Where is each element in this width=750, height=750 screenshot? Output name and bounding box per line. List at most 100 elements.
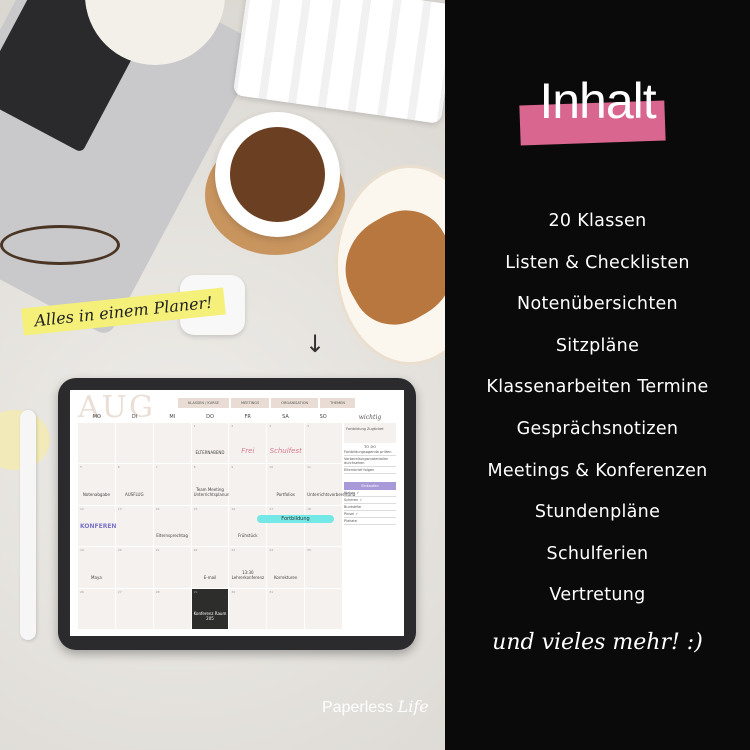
day-number: 18 <box>307 506 311 511</box>
calendar-day[interactable]: 9 <box>229 464 267 505</box>
day-number: 19 <box>80 548 84 553</box>
day-number: 2 <box>231 424 234 428</box>
event-bar[interactable]: Fortbildung <box>257 515 334 523</box>
sidebar-heading: wichtig <box>358 414 382 421</box>
calendar-day[interactable]: 8 Team Meeting Unterrichtsplanung <box>191 464 232 505</box>
calendar-day[interactable]: 17 <box>267 505 305 547</box>
day-number: 12 <box>80 506 84 511</box>
calendar-day[interactable]: 6 AUSFLUG <box>115 464 153 505</box>
glasses <box>0 225 120 265</box>
tablet: AUG KLASSEN / KURSE MEETINGS ORGANISATIO… <box>58 378 416 650</box>
panel-title: Inhalt <box>539 73 656 129</box>
day-entry: Elternsprechtag <box>156 533 188 539</box>
calendar-day[interactable]: 12 KONFERENZ <box>78 505 121 547</box>
day-number: 24 <box>269 548 274 553</box>
day-number: 21 <box>155 548 160 553</box>
calendar-day[interactable] <box>78 423 115 464</box>
day-number: 10 <box>269 465 274 470</box>
calendar-day[interactable]: 3 Schulfest <box>267 423 305 464</box>
note: Fortbildung Zugticket <box>344 423 396 443</box>
calendar-day[interactable]: 28 <box>153 588 191 629</box>
calendar-day[interactable] <box>153 423 191 464</box>
day-entry: ELTERNABEND <box>195 450 225 456</box>
day-number: 29 <box>193 589 198 594</box>
calendar-day[interactable]: 19 Maya <box>78 547 115 588</box>
content-item: Schulferien <box>546 543 649 564</box>
calendar-day[interactable]: 30 <box>229 588 267 629</box>
weekday-header: MO DI MI DO FR SA SO <box>78 414 342 420</box>
day-number: 28 <box>155 589 160 594</box>
calendar-day[interactable]: 7 <box>153 464 191 505</box>
arrow-icon: ↓ <box>305 330 326 358</box>
day-number: 22 <box>193 548 198 553</box>
calendar-day[interactable]: 27 <box>115 588 153 629</box>
todo-item: Vorbereitungsmaterialien durchsehen <box>344 456 396 467</box>
calendar-day[interactable]: 22 E-mail <box>191 547 229 588</box>
calendar-day[interactable]: 29 Konferenz Raum 205 <box>191 588 229 629</box>
day-number: 14 <box>155 506 160 511</box>
calendar-day[interactable]: 11 Unterrichtsvorbereitung <box>305 464 356 505</box>
day-number: 30 <box>231 589 236 594</box>
stylus <box>20 410 36 640</box>
desk-photo: Alles in einem Planer! ↓ AUG KLASSEN / K… <box>0 0 485 750</box>
calendar-day[interactable]: 24 Korrekturen <box>267 547 305 588</box>
weekday-label: FR <box>244 414 251 420</box>
calendar-day[interactable]: 16 Frühstück <box>229 505 267 547</box>
calendar-day[interactable] <box>115 423 153 464</box>
content-list: 20 Klassen Listen & Checklisten Notenübers… <box>445 205 750 621</box>
day-number: 7 <box>155 465 158 470</box>
todo-item: Fortbildungsagenda prüfen <box>344 449 396 456</box>
calendar-day[interactable]: 21 <box>153 547 191 588</box>
weekday-label: DO <box>206 414 214 420</box>
calendar-day[interactable]: 25 <box>305 547 342 588</box>
day-number: 5 <box>80 465 82 470</box>
calendar-day[interactable]: 14 Elternsprechtag <box>153 505 191 547</box>
day-entry: Korrekturen <box>273 574 298 580</box>
day-number: 1 <box>193 424 196 428</box>
weekday-label: MO <box>92 414 101 420</box>
planner-tabs: KLASSEN / KURSE MEETINGS ORGANISATION TH… <box>178 398 355 408</box>
calendar-day[interactable]: 2 Frei <box>229 423 267 464</box>
day-entry: Notenabgabe <box>82 491 110 497</box>
calendar-day[interactable]: 26 <box>78 588 115 629</box>
content-item: Vertretung <box>549 585 646 606</box>
calendar-day[interactable]: 23 13:30 Lehrerkonferenz <box>229 547 267 588</box>
calendar-day[interactable]: 15 <box>191 505 229 547</box>
calendar-day[interactable]: 10 Portfolios <box>267 464 305 505</box>
brand-name: Paperless <box>322 699 394 716</box>
day-number: 17 <box>269 506 274 511</box>
calendar-day[interactable] <box>305 588 342 629</box>
tab[interactable]: THEMEN <box>320 398 355 408</box>
list-heading: Einkaufen <box>344 482 396 490</box>
tab[interactable]: MEETINGS <box>231 398 270 408</box>
list-item: Plakate <box>344 518 396 525</box>
calendar-day[interactable]: 20 <box>115 547 153 588</box>
day-entry: KONFERENZ <box>80 523 121 531</box>
calendar-day[interactable]: 5 Notenabgabe <box>78 464 115 505</box>
calendar-day[interactable]: 4 <box>305 423 342 464</box>
content-item: Stundenpläne <box>534 502 661 523</box>
day-entry: Maya <box>91 574 102 580</box>
tab[interactable]: ORGANISATION <box>271 398 319 408</box>
content-panel: Inhalt 20 Klassen Listen & Checklisten Not… <box>445 0 750 750</box>
day-number: 16 <box>231 506 236 511</box>
planner-sidebar: wichtig Fortbildung Zugticket TO DO Fort… <box>344 414 396 628</box>
content-item: Notenübersichten <box>517 294 678 315</box>
calendar-day[interactable]: 31 <box>267 588 305 629</box>
content-item: Meetings & Konferenzen <box>487 460 708 481</box>
day-entry: Schulfest <box>269 447 302 456</box>
day-number: 23 <box>231 548 236 553</box>
calendar-day[interactable]: 18 <box>305 505 342 547</box>
content-item: Sitzpläne <box>555 335 640 356</box>
calendar-day[interactable]: 13 <box>115 505 153 547</box>
calendar-day[interactable]: 1 ELTERNABEND <box>191 423 229 464</box>
day-number: 6 <box>117 465 120 470</box>
day-entry: Portfolios <box>276 491 295 497</box>
day-entry: Unterrichtsvorbereitung <box>307 491 356 497</box>
content-item: Gesprächsnotizen <box>516 418 679 439</box>
calendar-grid: 1 ELTERNABEND 2 Frei 3 Schulfest 4 5 Notenabgabe… <box>78 423 356 629</box>
brand-name-italic: Life <box>397 697 429 716</box>
tab[interactable]: KLASSEN / KURSE <box>178 398 230 408</box>
day-number: 8 <box>193 465 196 470</box>
weekday-label: DI <box>131 414 138 420</box>
